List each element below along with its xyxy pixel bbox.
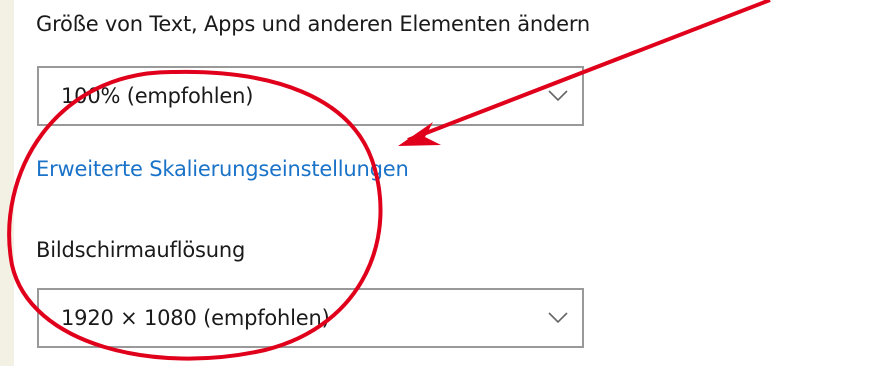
- advanced-scaling-link[interactable]: Erweiterte Skalierungseinstellungen: [36, 157, 409, 181]
- settings-screen: Größe von Text, Apps und anderen Element…: [0, 0, 891, 366]
- resolution-label: Bildschirmauflösung: [36, 238, 246, 262]
- resolution-dropdown-value: 1920 × 1080 (empfohlen): [61, 306, 330, 330]
- display-settings-panel: Größe von Text, Apps und anderen Element…: [14, 0, 891, 366]
- scaling-dropdown[interactable]: 100% (empfohlen): [37, 66, 584, 126]
- chevron-down-icon: [548, 90, 568, 102]
- scaling-dropdown-value: 100% (empfohlen): [61, 84, 254, 108]
- chevron-down-icon: [548, 312, 568, 324]
- resolution-dropdown[interactable]: 1920 × 1080 (empfohlen): [37, 288, 584, 348]
- scaling-label: Größe von Text, Apps und anderen Element…: [36, 12, 591, 36]
